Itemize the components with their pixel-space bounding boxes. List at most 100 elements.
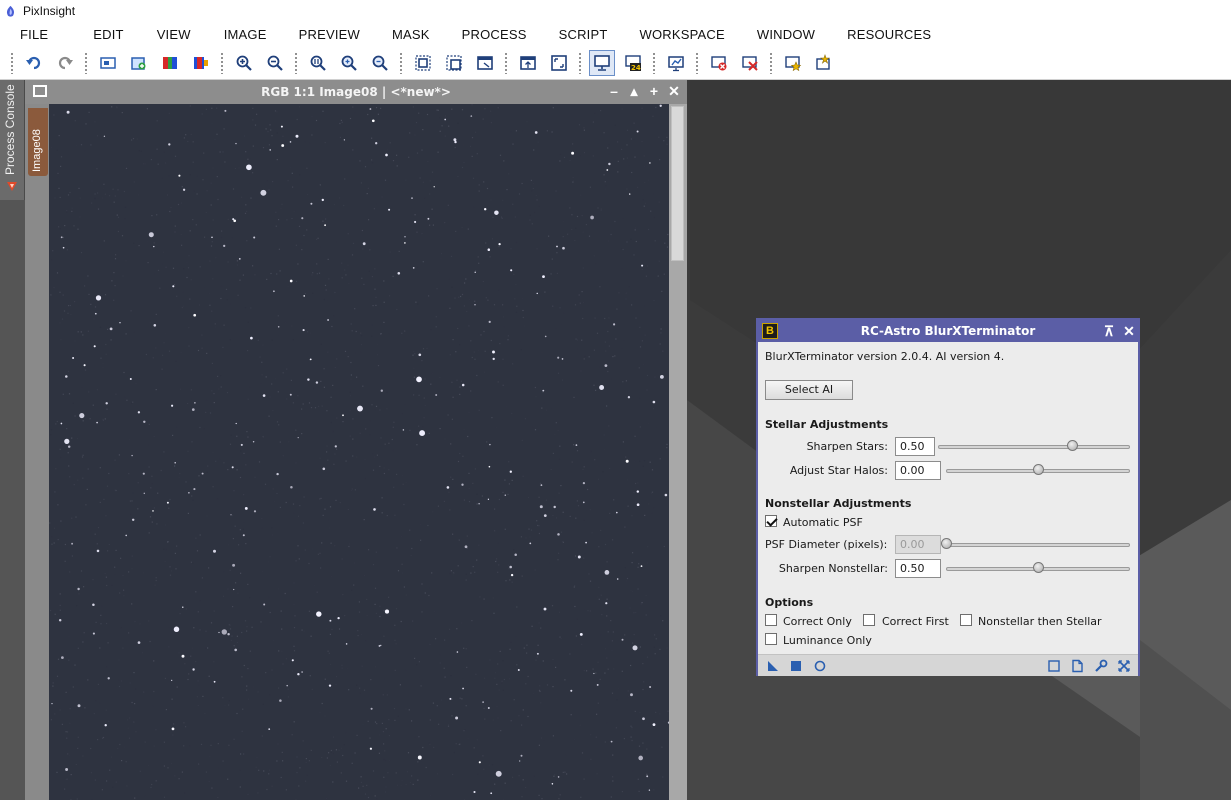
toolbar-grip[interactable] xyxy=(769,51,773,74)
main-toolbar: 24 xyxy=(0,46,1231,80)
sharpen-nonstellar-label: Sharpen Nonstellar: xyxy=(778,562,888,575)
zoom-out-view-button[interactable] xyxy=(367,50,393,76)
dialog-body: BlurXTerminator version 2.0.4. AI versio… xyxy=(758,342,1138,654)
toolbar-grip[interactable] xyxy=(695,51,699,74)
rgb-channels-button[interactable] xyxy=(188,50,214,76)
auto-stretch-button[interactable] xyxy=(663,50,689,76)
nonstellar-then-stellar-checkbox[interactable] xyxy=(960,614,972,626)
menu-preview[interactable]: PREVIEW xyxy=(299,27,360,42)
zoom-in-view-button[interactable] xyxy=(336,50,362,76)
zoom-in-view-icon xyxy=(341,55,357,71)
toolbar-grip[interactable] xyxy=(652,51,656,74)
mask-reset-button[interactable] xyxy=(706,50,732,76)
toolbar-grip[interactable] xyxy=(578,51,582,74)
adjust-halos-label: Adjust Star Halos: xyxy=(789,464,888,477)
dialog-close-icon[interactable]: ✕ xyxy=(1122,323,1136,339)
new-instance-icon[interactable] xyxy=(766,659,780,673)
restore-view-button[interactable] xyxy=(515,50,541,76)
documentation-icon[interactable] xyxy=(1070,659,1084,673)
zoom-out-button[interactable] xyxy=(262,50,288,76)
reset-icon[interactable] xyxy=(1117,659,1131,673)
zoom-to-fit-button[interactable] xyxy=(410,50,436,76)
menu-image[interactable]: IMAGE xyxy=(224,27,267,42)
image-info-button[interactable] xyxy=(95,50,121,76)
minimize-icon[interactable]: – xyxy=(607,84,621,98)
menu-window[interactable]: WINDOW xyxy=(757,27,815,42)
sharpen-stars-slider-knob[interactable] xyxy=(1067,440,1079,451)
wrench-icon[interactable] xyxy=(1094,659,1108,673)
sharpen-stars-slider-track[interactable] xyxy=(938,445,1130,449)
mask-clear-icon xyxy=(741,55,758,71)
rgb-channels-icon xyxy=(193,56,208,69)
stellar-heading: Stellar Adjustments xyxy=(765,418,889,431)
dialog-shade-icon[interactable]: ⊼ xyxy=(1102,323,1116,339)
screen-transfer-button[interactable] xyxy=(588,49,615,76)
scrollbar-thumb[interactable] xyxy=(671,106,684,261)
image-window[interactable]: RGB 1:1 Image08 | <*new*> – ▴ + ✕ Image0… xyxy=(25,80,687,800)
correct-only-label: Correct Only xyxy=(783,615,852,628)
process-explorer-button[interactable] xyxy=(811,50,837,76)
fit-view-button[interactable] xyxy=(441,50,467,76)
automatic-psf-checkbox[interactable] xyxy=(765,515,777,527)
image-window-titlebar[interactable]: RGB 1:1 Image08 | <*new*> – ▴ + ✕ xyxy=(25,80,687,104)
process-console-tab[interactable]: Process Console xyxy=(0,80,25,200)
toolbar-grip[interactable] xyxy=(10,51,14,74)
version-text: BlurXTerminator version 2.0.4. AI versio… xyxy=(765,350,1005,363)
toolbar-grip[interactable] xyxy=(399,51,403,74)
select-ai-button[interactable]: Select AI xyxy=(765,380,853,400)
dialog-footer xyxy=(758,654,1138,676)
toolbar-grip[interactable] xyxy=(504,51,508,74)
toolbar-grip[interactable] xyxy=(294,51,298,74)
redo-button[interactable] xyxy=(52,50,78,76)
zoom-to-window-button[interactable] xyxy=(472,50,498,76)
real-time-preview-icon[interactable] xyxy=(1047,659,1061,673)
toolbar-grip[interactable] xyxy=(84,51,88,74)
image-info-icon xyxy=(99,56,116,69)
apply-global-icon[interactable] xyxy=(813,659,827,673)
favorites-icon xyxy=(784,55,801,71)
close-icon[interactable]: ✕ xyxy=(667,84,681,98)
vertical-scrollbar[interactable] xyxy=(669,104,687,800)
new-image-button[interactable] xyxy=(126,50,152,76)
menu-view[interactable]: VIEW xyxy=(157,27,191,42)
menu-file[interactable]: FILE xyxy=(20,27,48,42)
psf-diameter-slider-knob xyxy=(941,538,952,549)
menu-mask[interactable]: MASK xyxy=(392,27,430,42)
adjust-halos-slider-knob[interactable] xyxy=(1033,464,1044,475)
menu-script[interactable]: SCRIPT xyxy=(559,27,608,42)
image-view-tab[interactable]: Image08 xyxy=(28,108,48,176)
toolbar-grip[interactable] xyxy=(220,51,224,74)
menu-edit[interactable]: EDIT xyxy=(93,27,123,42)
luminance-only-checkbox[interactable] xyxy=(765,633,777,645)
menu-process[interactable]: PROCESS xyxy=(462,27,527,42)
sharpen-stars-input[interactable]: 0.50 xyxy=(895,437,935,456)
undo-button[interactable] xyxy=(21,50,47,76)
screen-transfer-icon xyxy=(593,54,610,71)
maximize-icon[interactable]: + xyxy=(647,84,661,98)
color-channels-button[interactable] xyxy=(157,50,183,76)
zoom-in-button[interactable] xyxy=(231,50,257,76)
psf-diameter-input: 0.00 xyxy=(895,535,941,554)
sharpen-nonstellar-slider-knob[interactable] xyxy=(1033,562,1044,573)
sharpen-stars-label: Sharpen Stars: xyxy=(806,440,888,453)
apply-icon[interactable] xyxy=(789,659,803,673)
zoom-in-icon xyxy=(236,55,252,71)
sharpen-nonstellar-input[interactable]: 0.50 xyxy=(895,559,941,578)
dialog-titlebar[interactable]: B RC-Astro BlurXTerminator ⊼ ✕ xyxy=(758,320,1138,342)
correct-first-label: Correct First xyxy=(882,615,949,628)
process-console-icon xyxy=(7,182,17,191)
maximize-view-button[interactable] xyxy=(546,50,572,76)
mask-clear-button[interactable] xyxy=(737,50,763,76)
menu-workspace[interactable]: WORKSPACE xyxy=(640,27,725,42)
menu-resources[interactable]: RESOURCES xyxy=(847,27,931,42)
shade-icon[interactable]: ▴ xyxy=(627,84,641,98)
favorites-button[interactable] xyxy=(780,50,806,76)
correct-only-checkbox[interactable] xyxy=(765,614,777,626)
stf-24bit-button[interactable]: 24 xyxy=(620,50,646,76)
adjust-halos-input[interactable]: 0.00 xyxy=(895,461,941,480)
blurxterminator-dialog[interactable]: B RC-Astro BlurXTerminator ⊼ ✕ BlurXTerm… xyxy=(756,318,1140,676)
image-canvas[interactable] xyxy=(49,104,669,800)
zoom-1-1-button[interactable] xyxy=(305,50,331,76)
left-dock: Process Console xyxy=(0,80,25,800)
correct-first-checkbox[interactable] xyxy=(863,614,875,626)
